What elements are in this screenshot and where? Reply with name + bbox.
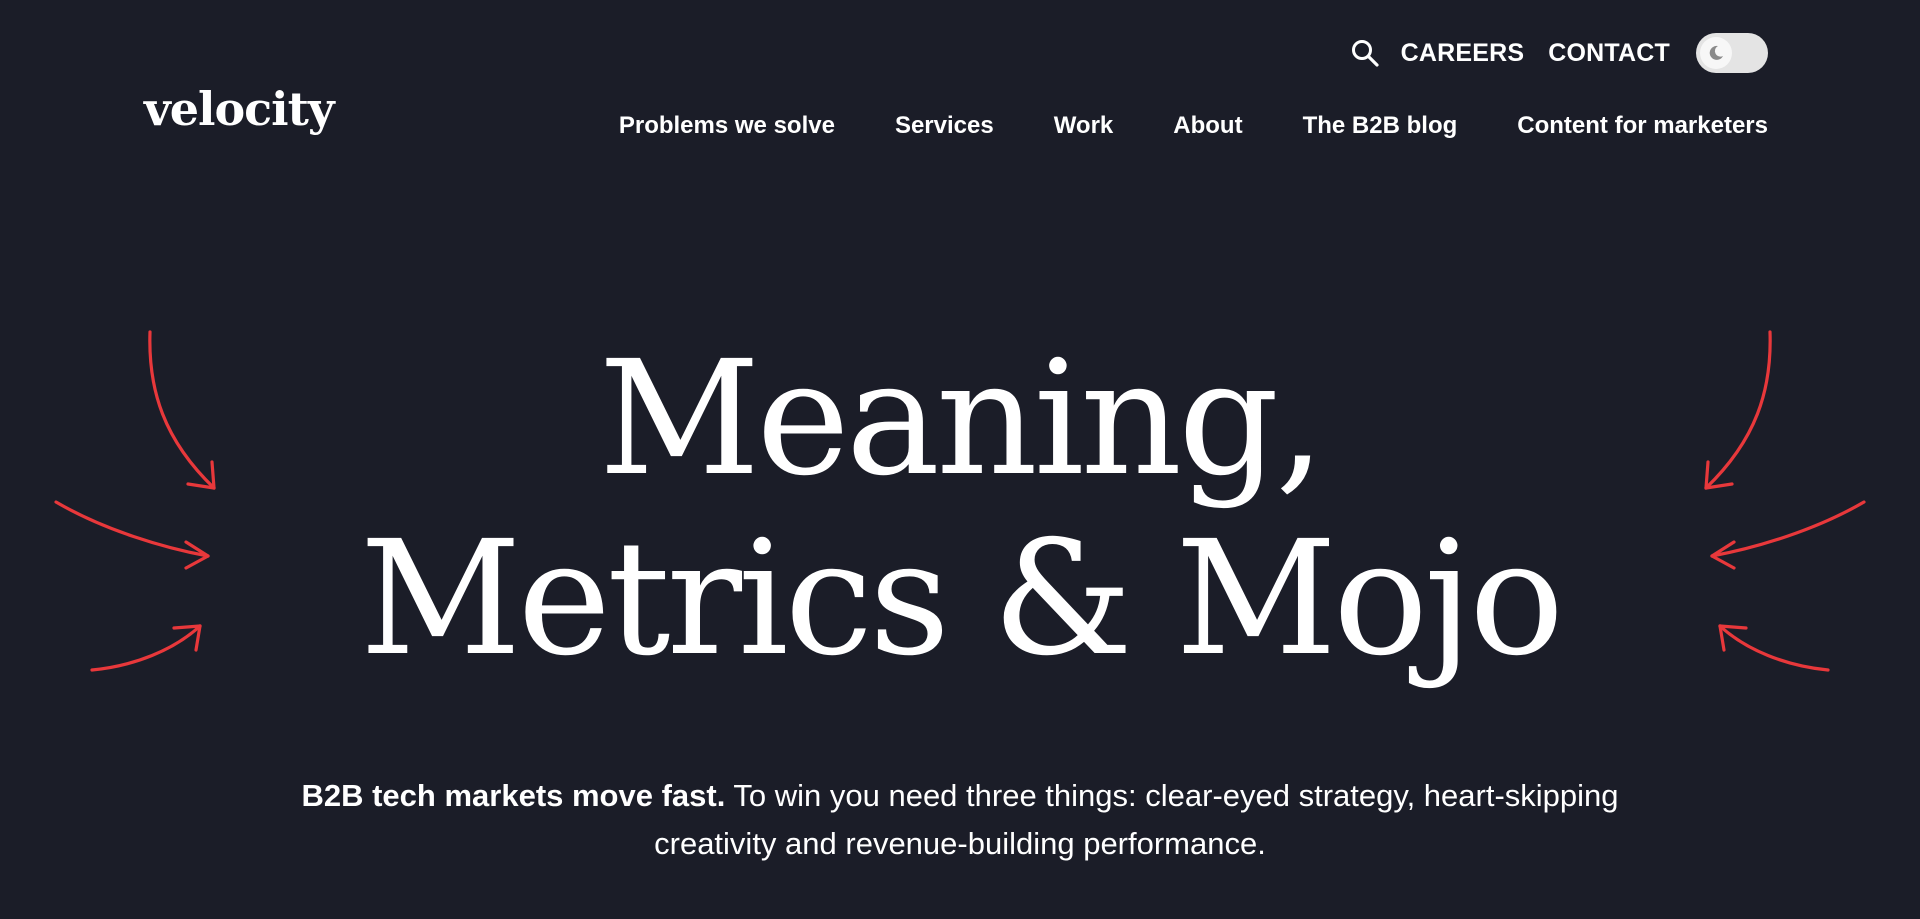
careers-link[interactable]: CAREERS (1401, 39, 1525, 68)
nav-item-work[interactable]: Work (1054, 112, 1114, 140)
nav-item-problems-we-solve[interactable]: Problems we solve (619, 112, 835, 140)
moon-icon (1709, 45, 1723, 60)
theme-toggle[interactable] (1696, 33, 1768, 73)
contact-link[interactable]: CONTACT (1548, 39, 1670, 68)
search-icon (1351, 40, 1379, 67)
intro-bold: B2B tech markets move fast. (301, 778, 726, 813)
page: CAREERS CONTACT velocity Problems we sol… (0, 0, 1920, 919)
intro-text: To win you need three things: clear-eyed… (654, 778, 1619, 861)
headline-line-2: Metrics & Mojo (359, 507, 1565, 691)
nav-item-about[interactable]: About (1173, 112, 1242, 140)
search-button[interactable] (1347, 35, 1383, 71)
velocity-logo[interactable]: velocity (144, 82, 335, 136)
main-nav: Problems we solve Services Work About Th… (619, 106, 1768, 146)
nav-item-b2b-blog[interactable]: The B2B blog (1303, 112, 1458, 140)
nav-item-content-for-marketers[interactable]: Content for marketers (1517, 112, 1768, 140)
hero-intro: B2B tech markets move fast. To win you n… (290, 772, 1630, 868)
utility-nav: CAREERS CONTACT (1347, 30, 1768, 76)
theme-toggle-knob (1700, 37, 1732, 69)
headline-line-1: Meaning, (598, 327, 1326, 511)
nav-item-services[interactable]: Services (895, 112, 994, 140)
